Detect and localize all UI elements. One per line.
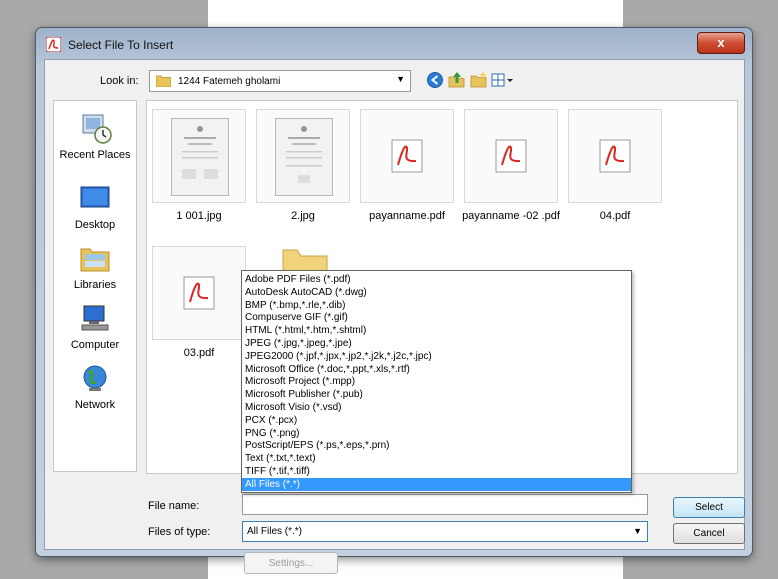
file-type-option[interactable]: JPEG2000 (*.jpf,*.jpx,*.jp2,*.j2k,*.j2c,… (242, 350, 631, 363)
place-label: Desktop (74, 219, 116, 231)
back-icon[interactable] (426, 71, 444, 89)
pdf-icon (391, 139, 423, 173)
settings-button[interactable]: Settings... (244, 552, 338, 574)
pdf-icon (599, 139, 631, 173)
computer-icon (81, 305, 109, 331)
file-name-field[interactable] (242, 494, 648, 515)
files-of-type-dropdown-list[interactable]: Adobe PDF Files (*.pdf) AutoDesk AutoCAD … (241, 270, 632, 493)
file-type-option[interactable]: TIFF (*.tif,*.tiff) (242, 465, 631, 478)
dialog-title: Select File To Insert (68, 38, 174, 52)
look-in-value: 1244 Fatemeh gholami (178, 76, 281, 87)
place-computer[interactable]: Computer (54, 301, 136, 351)
network-icon (83, 365, 107, 391)
image-thumbnail (152, 109, 246, 203)
file-type-option[interactable]: Adobe PDF Files (*.pdf) (242, 273, 631, 286)
file-type-option[interactable]: All Files (*.*) (242, 477, 631, 491)
file-type-option[interactable]: PostScript/EPS (*.ps,*.eps,*.prn) (242, 439, 631, 452)
files-of-type-value: All Files (*.*) (247, 526, 303, 537)
pdf-thumbnail (568, 109, 662, 203)
image-thumbnail (256, 109, 350, 203)
file-name: payanname -02 .pdf (462, 210, 560, 222)
place-label: Libraries (73, 279, 117, 291)
file-item[interactable]: 1 001.jpg (149, 109, 249, 223)
file-type-option[interactable]: Microsoft Publisher (*.pub) (242, 388, 631, 401)
certificate-image-icon (182, 126, 218, 179)
cancel-button[interactable]: Cancel (673, 523, 745, 544)
file-type-option[interactable]: HTML (*.html,*.htm,*.shtml) (242, 324, 631, 337)
file-item[interactable]: payanname -02 .pdf (461, 109, 561, 223)
file-type-option[interactable]: PCX (*.pcx) (242, 414, 631, 427)
file-type-option[interactable]: Microsoft Visio (*.vsd) (242, 401, 631, 414)
pdf-thumbnail (360, 109, 454, 203)
place-label: Recent Places (59, 149, 131, 161)
certificate-image-icon (286, 126, 322, 183)
file-type-option[interactable]: Text (*.txt,*.text) (242, 452, 631, 465)
place-label: Network (74, 399, 116, 411)
places-bar: Recent Places Desktop Libraries Computer… (53, 100, 137, 472)
file-name: 2.jpg (291, 210, 315, 222)
file-item[interactable]: 04.pdf (565, 109, 665, 223)
folder-icon (156, 75, 171, 87)
files-of-type-combo[interactable]: All Files (*.*) ▼ (242, 521, 648, 542)
file-type-option[interactable]: Microsoft Office (*.doc,*.ppt,*.xls,*.rt… (242, 363, 631, 376)
place-label: Computer (70, 339, 120, 351)
file-item[interactable]: payanname.pdf (357, 109, 457, 223)
view-menu-icon[interactable] (491, 71, 515, 89)
pdf-thumbnail (152, 246, 246, 340)
look-in-label: Look in: (100, 75, 139, 87)
file-type-option[interactable]: AutoDesk AutoCAD (*.dwg) (242, 286, 631, 299)
pdf-icon (183, 276, 215, 310)
file-name: 03.pdf (183, 347, 215, 359)
file-type-option[interactable]: JPEG (*.jpg,*.jpeg,*.jpe) (242, 337, 631, 350)
file-name: 1 001.jpg (176, 210, 222, 222)
file-type-option[interactable]: Compuserve GIF (*.gif) (242, 311, 631, 324)
pdf-thumbnail (464, 109, 558, 203)
up-folder-icon[interactable] (448, 71, 466, 89)
acrobat-app-icon (46, 37, 61, 52)
desktop-icon (80, 186, 110, 208)
place-libraries[interactable]: Libraries (54, 241, 136, 291)
place-network[interactable]: Network (54, 361, 136, 411)
close-button[interactable]: x (697, 32, 745, 54)
pdf-icon (495, 139, 527, 173)
select-button[interactable]: Select (673, 497, 745, 518)
file-type-option[interactable]: BMP (*.bmp,*.rle,*.dib) (242, 299, 631, 312)
libraries-icon (80, 248, 110, 272)
file-type-option[interactable]: PNG (*.png) (242, 427, 631, 440)
look-in-combo[interactable]: 1244 Fatemeh gholami ▼ (149, 70, 411, 92)
recent-places-icon (82, 114, 112, 144)
file-type-option[interactable]: Microsoft Project (*.mpp) (242, 375, 631, 388)
title-bar[interactable]: Select File To Insert x (36, 28, 752, 58)
files-of-type-label: Files of type: (148, 526, 211, 538)
file-item[interactable]: 2.jpg (253, 109, 353, 223)
chevron-down-icon: ▼ (633, 526, 642, 536)
file-name: 04.pdf (599, 210, 631, 222)
place-desktop[interactable]: Desktop (54, 181, 136, 231)
file-name-label: File name: (148, 500, 200, 512)
place-recent-places[interactable]: Recent Places (54, 111, 136, 161)
file-name: payanname.pdf (369, 210, 445, 222)
new-folder-icon[interactable] (470, 71, 488, 89)
file-item[interactable]: 03.pdf (149, 246, 249, 360)
chevron-down-icon: ▼ (396, 74, 405, 84)
